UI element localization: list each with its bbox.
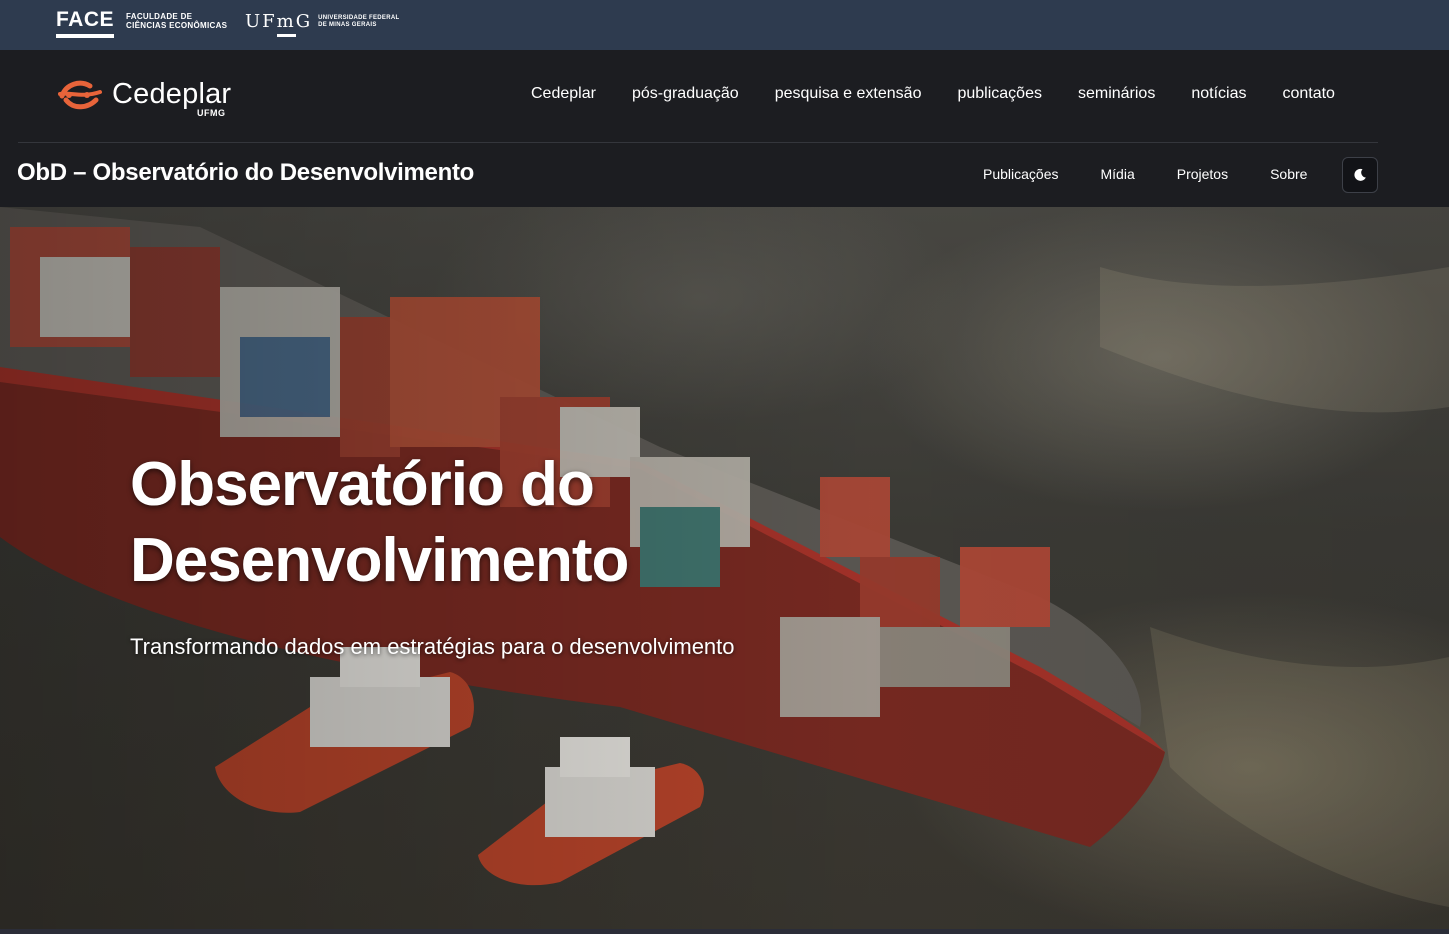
main-header: Cedeplar UFMG Cedeplar pós-graduação pes… [0, 50, 1449, 207]
cedeplar-logo-icon [58, 80, 102, 110]
brand-name: Cedeplar [112, 78, 232, 110]
cedeplar-logo[interactable]: Cedeplar UFMG [56, 74, 232, 118]
face-subtitle: Faculdade de Ciências Econômicas [126, 12, 228, 30]
menu-item-publicacoes[interactable]: publicações [939, 83, 1060, 105]
ufmg-logo[interactable]: UFmG Universidade Federal de Minas Gerai… [245, 11, 400, 37]
menu-item-pos-graduacao[interactable]: pós-graduação [614, 83, 757, 105]
hero-tagline: Transformando dados em estratégias para … [130, 634, 735, 659]
ufmg-underline [277, 34, 296, 37]
menu-item-cedeplar[interactable]: Cedeplar [513, 83, 614, 105]
menu-item-contato[interactable]: contato [1264, 83, 1352, 105]
header-divider [18, 142, 1378, 143]
brand-sub: UFMG [197, 108, 226, 118]
page-bottom-strip [0, 929, 1449, 934]
institution-bar: FACE Faculdade de Ciências Econômicas UF… [0, 0, 1449, 50]
section-tab-publicacoes[interactable]: Publicações [962, 165, 1080, 183]
menu-item-noticias[interactable]: notícias [1173, 83, 1264, 105]
section-title[interactable]: ObD – Observatório do Desenvolvimento [17, 159, 474, 187]
section-tab-midia[interactable]: Mídia [1080, 165, 1156, 183]
theme-toggle-button[interactable] [1342, 157, 1378, 193]
moon-icon [1354, 168, 1366, 181]
hero-banner: Observatório do Desenvolvimento Transfor… [0, 207, 1449, 929]
menu-item-seminarios[interactable]: seminários [1060, 83, 1173, 105]
face-wordmark: FACE [56, 9, 115, 38]
ufmg-subtitle: Universidade Federal de Minas Gerais [318, 15, 400, 28]
menu-item-pesquisa-extensao[interactable]: pesquisa e extensão [757, 83, 940, 105]
face-logo[interactable]: FACE Faculdade de Ciências Econômicas [56, 9, 227, 38]
main-menu: Cedeplar pós-graduação pesquisa e extens… [513, 83, 1353, 105]
hero-title: Observatório do Desenvolvimento [130, 450, 629, 595]
section-tab-projetos[interactable]: Projetos [1156, 165, 1249, 183]
section-menu: Publicações Mídia Projetos Sobre [962, 165, 1328, 183]
ufmg-wordmark: UFmG [245, 11, 313, 32]
section-tab-sobre[interactable]: Sobre [1249, 165, 1328, 183]
